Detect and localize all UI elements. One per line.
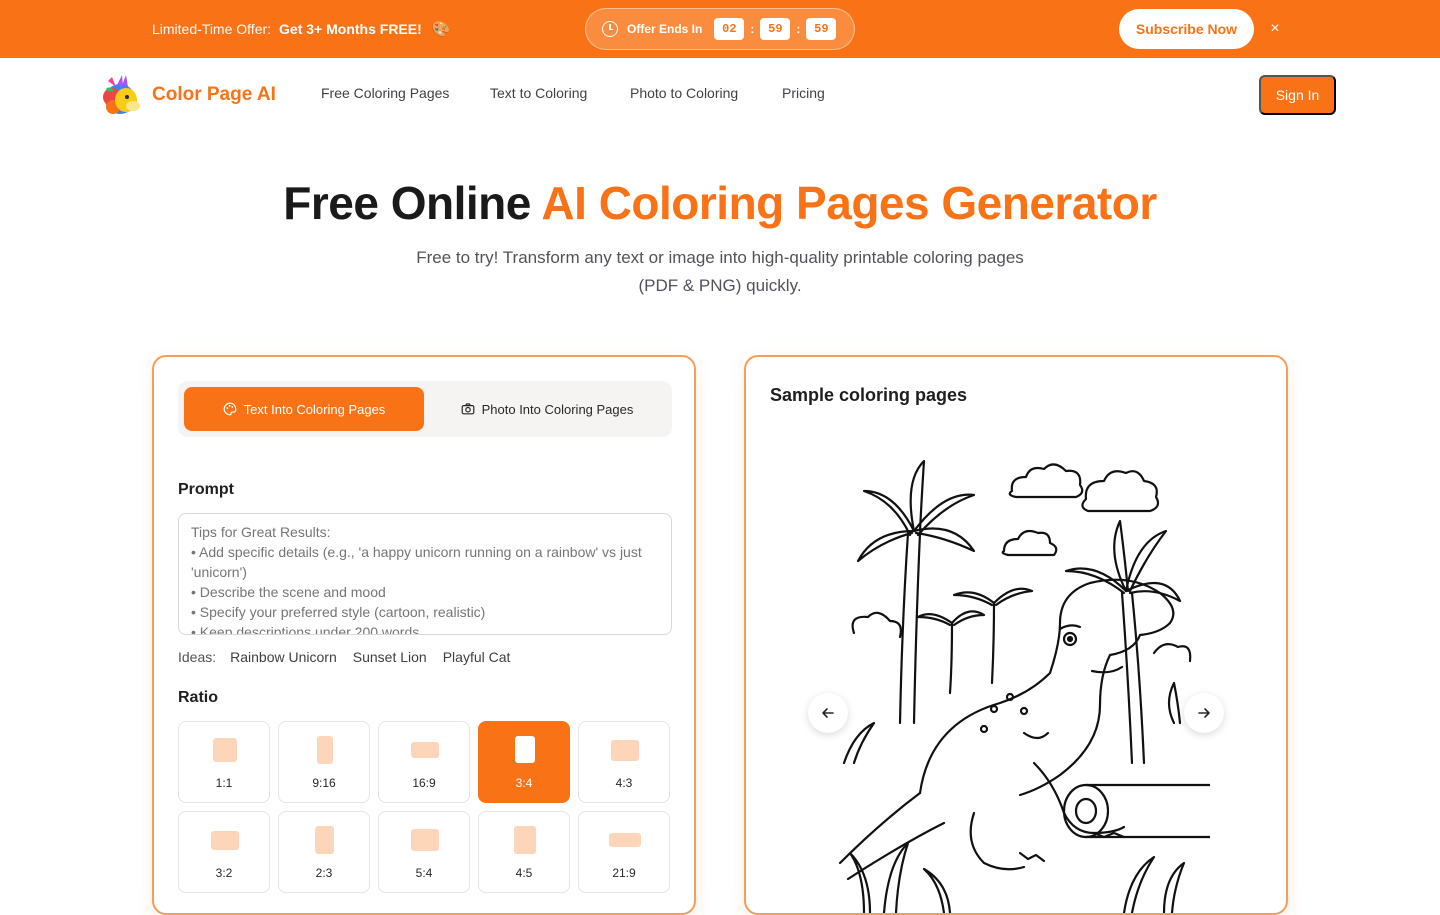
- arrow-right-icon: [1198, 708, 1210, 718]
- ideas-label: Ideas:: [178, 649, 217, 665]
- ratio-shape-icon: [317, 736, 333, 764]
- ratio-option-label: 4:3: [615, 776, 633, 790]
- mode-tabs: Text Into Coloring Pages Photo Into Colo…: [178, 381, 672, 437]
- promo-banner: Limited-Time Offer: Get 3+ Months FREE! …: [0, 0, 1440, 58]
- dinosaur-jungle-illustration: [838, 459, 1210, 913]
- arrow-left-icon: [822, 708, 834, 718]
- page-subtitle: Free to try! Transform any text or image…: [416, 248, 1024, 295]
- samples-title: Sample coloring pages: [770, 385, 968, 405]
- ratio-shape-icon: [315, 826, 334, 854]
- countdown-separator: :: [796, 22, 801, 36]
- countdown-minutes: 59: [760, 18, 791, 40]
- countdown-hours: 02: [714, 18, 745, 40]
- nav-link-free-coloring-pages[interactable]: Free Coloring Pages: [321, 85, 449, 101]
- nav-link-text-to-coloring[interactable]: Text to Coloring: [490, 85, 587, 101]
- ratio-shape-icon: [515, 736, 535, 763]
- ratio-option-label: 3:2: [215, 866, 233, 880]
- title-plain: Free Online: [283, 177, 542, 229]
- countdown-label: Offer Ends In: [627, 22, 703, 36]
- palette-icon: [223, 402, 237, 416]
- ratio-option-label: 3:4: [515, 776, 533, 790]
- ratio-shape-icon: [211, 831, 239, 850]
- idea-chip-sunset-lion[interactable]: Sunset Lion: [353, 649, 427, 665]
- ratio-option-label: 5:4: [415, 866, 433, 880]
- idea-chip-playful-cat[interactable]: Playful Cat: [443, 649, 511, 665]
- ratio-option-3-2[interactable]: 3:2: [178, 811, 270, 893]
- promo-label: Limited-Time Offer:: [152, 21, 272, 37]
- main-nav: Color Page AI Free Coloring Pages Text t…: [0, 58, 1440, 130]
- ratio-shape-icon: [514, 826, 536, 854]
- ratio-option-label: 9:16: [312, 776, 336, 790]
- unicorn-logo-icon[interactable]: [100, 73, 142, 117]
- ratio-shape-icon: [611, 740, 639, 761]
- ratio-option-16-9[interactable]: 16:9: [378, 721, 470, 803]
- brand-name[interactable]: Color Page AI: [152, 84, 276, 106]
- ratio-option-3-4[interactable]: 3:4: [478, 721, 570, 803]
- offer-countdown: Offer Ends In 02 : 59 : 59: [585, 8, 855, 50]
- title-accent: AI Coloring Pages Generator: [541, 177, 1157, 229]
- countdown-separator: :: [750, 22, 755, 36]
- prompt-input[interactable]: [178, 513, 672, 635]
- tab-photo-into-coloring[interactable]: Photo Into Coloring Pages: [428, 387, 666, 431]
- idea-chip-rainbow-unicorn[interactable]: Rainbow Unicorn: [230, 649, 337, 665]
- ratio-option-2-3[interactable]: 2:3: [278, 811, 370, 893]
- ratio-option-21-9[interactable]: 21:9: [578, 811, 670, 893]
- nav-link-photo-to-coloring[interactable]: Photo to Coloring: [630, 85, 738, 101]
- ratio-option-5-4[interactable]: 5:4: [378, 811, 470, 893]
- sample-coloring-image: [824, 433, 1210, 913]
- ratio-option-label: 2:3: [315, 866, 333, 880]
- ratio-option-1-1[interactable]: 1:1: [178, 721, 270, 803]
- tab-text-into-coloring[interactable]: Text Into Coloring Pages: [184, 387, 424, 431]
- ratio-option-4-5[interactable]: 4:5: [478, 811, 570, 893]
- ratio-label: Ratio: [178, 689, 218, 706]
- previous-sample-button[interactable]: [808, 693, 848, 733]
- ratio-shape-icon: [411, 829, 439, 851]
- ratio-shape-icon: [411, 742, 439, 758]
- ratio-shape-icon: [609, 833, 641, 847]
- subscribe-now-button[interactable]: Subscribe Now: [1119, 9, 1254, 49]
- ratio-option-label: 4:5: [515, 866, 533, 880]
- close-icon[interactable]: ×: [1266, 19, 1284, 39]
- nav-link-pricing[interactable]: Pricing: [782, 85, 825, 101]
- ratio-option-9-16[interactable]: 9:16: [278, 721, 370, 803]
- promo-highlight: Get 3+ Months FREE!: [279, 21, 422, 37]
- samples-card: Sample coloring pages: [744, 355, 1288, 915]
- camera-icon: [461, 402, 475, 416]
- next-sample-button[interactable]: [1184, 693, 1224, 733]
- countdown-seconds: 59: [806, 18, 837, 40]
- prompt-ideas: Ideas: Rainbow Unicorn Sunset Lion Playf…: [178, 649, 526, 665]
- prompt-label: Prompt: [178, 481, 234, 498]
- palette-emoji-icon: 🎨: [431, 21, 451, 38]
- tab-text-label: Text Into Coloring Pages: [243, 401, 386, 417]
- ratio-option-label: 21:9: [612, 866, 636, 880]
- ratio-option-4-3[interactable]: 4:3: [578, 721, 670, 803]
- ratio-option-label: 16:9: [412, 776, 436, 790]
- promo-text: Limited-Time Offer: Get 3+ Months FREE! …: [152, 0, 450, 58]
- generator-card: Text Into Coloring Pages Photo Into Colo…: [152, 355, 696, 915]
- tab-photo-label: Photo Into Coloring Pages: [481, 401, 634, 417]
- clock-icon: [602, 21, 618, 37]
- sign-in-button[interactable]: Sign In: [1259, 75, 1336, 115]
- ratio-option-label: 1:1: [215, 776, 233, 790]
- page-title: Free Online AI Coloring Pages Generator: [0, 176, 1440, 230]
- ratio-shape-icon: [213, 738, 237, 762]
